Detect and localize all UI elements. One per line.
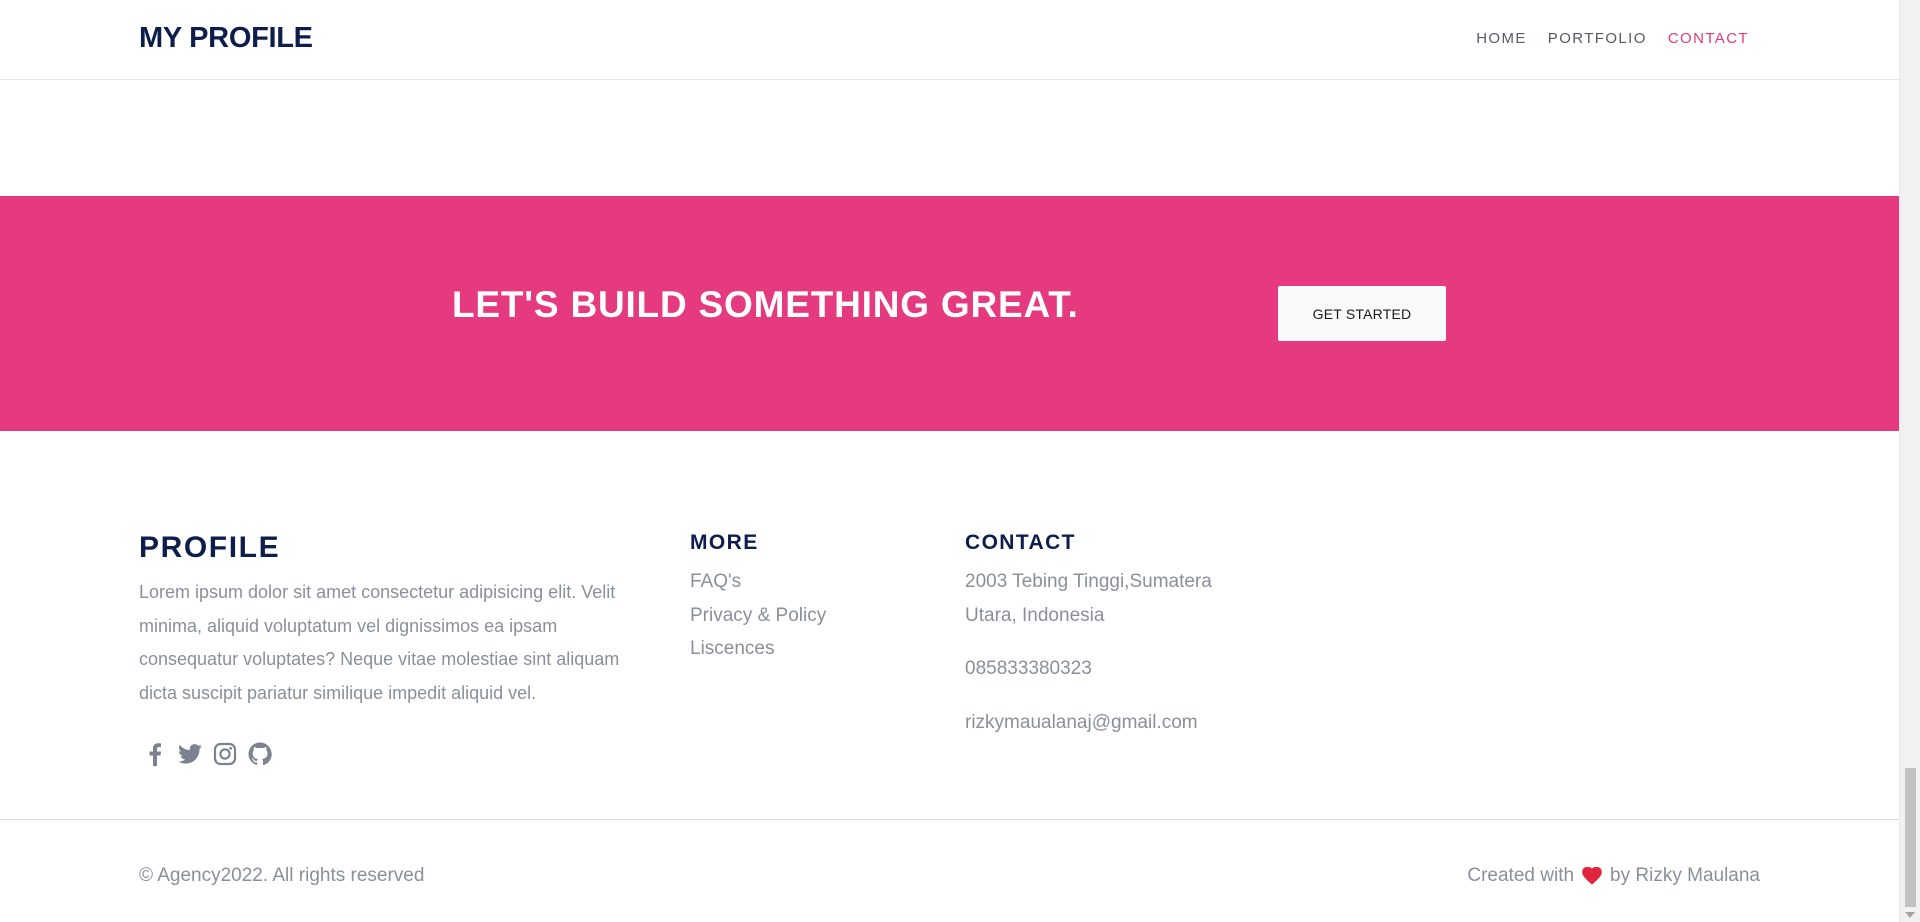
cta-banner: LET'S BUILD SOMETHING GREAT. GET STARTED [0,196,1899,431]
credits-prefix: Created with [1467,865,1575,886]
heart-icon [1582,867,1602,885]
footer-contact-title: CONTACT [965,531,1076,554]
footer-more-title: MORE [690,531,759,554]
brand-logo[interactable]: MY PROFILE [139,19,313,57]
contact-address: 2003 Tebing Tinggi,Sumatera Utara, Indon… [965,571,1212,626]
footer-more-links: FAQ's Privacy & Policy Liscences [690,565,826,666]
twitter-icon[interactable] [178,741,202,767]
credits-suffix: by Rizky Maulana [1610,865,1760,886]
scrollbar[interactable] [1899,0,1920,922]
scroll-down-arrow-icon[interactable] [1905,912,1915,918]
nav-links: HOME PORTFOLIO CONTACT [1476,28,1749,50]
faq-link[interactable]: FAQ's [690,565,826,599]
instagram-icon[interactable] [213,741,237,767]
licences-link[interactable]: Liscences [690,632,826,666]
footer-profile-text: Lorem ipsum dolor sit amet consectetur a… [139,582,620,703]
nav-link-portfolio[interactable]: PORTFOLIO [1548,28,1647,50]
copyright-text: © Agency2022. All rights reserved [139,865,425,886]
cta-title: LET'S BUILD SOMETHING GREAT. [452,284,1079,325]
navbar: MY PROFILE HOME PORTFOLIO CONTACT [0,0,1899,80]
scrollbar-thumb[interactable] [1905,768,1916,907]
contact-email[interactable]: rizkymaualanaj@gmail.com [965,706,1198,740]
footer-divider [0,819,1899,820]
github-icon[interactable] [248,741,272,767]
facebook-icon[interactable] [143,741,167,767]
get-started-button[interactable]: GET STARTED [1278,286,1446,341]
footer-profile-title: PROFILE [139,531,281,564]
contact-phone: 085833380323 [965,658,1092,679]
nav-link-contact[interactable]: CONTACT [1668,28,1749,50]
page: MY PROFILE HOME PORTFOLIO CONTACT LET'S … [0,0,1899,922]
social-links [143,741,272,767]
nav-link-home[interactable]: HOME [1476,28,1527,50]
credits: Created with by Rizky Maulana [1467,859,1760,893]
privacy-policy-link[interactable]: Privacy & Policy [690,599,826,633]
